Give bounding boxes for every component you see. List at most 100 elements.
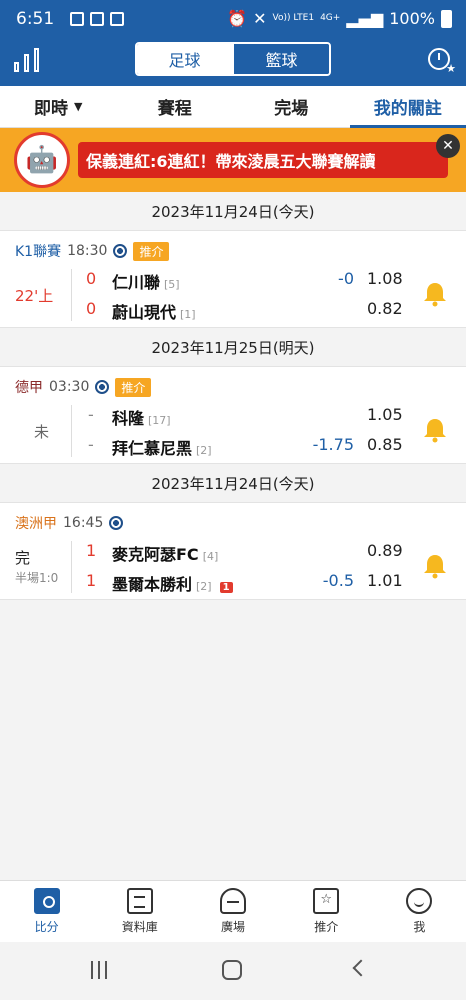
nav-score-label: 比分 <box>34 920 59 934</box>
league-name: K1聯賽 <box>15 244 62 260</box>
status-bar: 6:51 ⏰ ✕ Vo)) LTE1 4G+ ▂▄▆ 100% <box>0 0 466 40</box>
battery-icon <box>441 9 452 28</box>
status-right: ⏰ ✕ Vo)) LTE1 4G+ ▂▄▆ 100% <box>227 9 452 28</box>
alarm-icon: ⏰ <box>227 9 248 28</box>
mail-notification-icon <box>90 12 104 26</box>
tab-finished[interactable]: 完場 <box>233 86 350 127</box>
nav-database-label: 資料庫 <box>121 920 158 934</box>
nav-square-label: 廣場 <box>221 920 246 934</box>
home-team-rank: [5] <box>164 278 180 291</box>
divider <box>71 405 72 457</box>
tab-favorites[interactable]: 我的關註 <box>349 86 466 128</box>
away-score: - <box>88 435 94 454</box>
home-handicap: -0 <box>338 269 354 288</box>
stats-chart-icon[interactable] <box>14 48 42 72</box>
back-icon[interactable] <box>352 959 370 977</box>
bell-icon[interactable] <box>422 417 448 443</box>
league-name: 德甲 <box>15 380 43 396</box>
home-odds: 1.08 <box>367 269 403 288</box>
banner-message[interactable]: 保義連紅:6連紅！帶來淩晨五大聯賽解讀 <box>78 142 448 178</box>
home-score: 0 <box>86 269 97 288</box>
home-team[interactable]: 仁川聯 [5] <box>112 269 180 293</box>
volte-label: Vo)) LTE1 <box>272 13 315 23</box>
away-team-name: 墨爾本勝利 <box>112 575 193 594</box>
away-team-name: 蔚山現代 <box>112 303 177 322</box>
red-card-badge: 1 <box>219 582 233 593</box>
nav-me-label: 我 <box>413 920 426 934</box>
field-icon <box>33 888 60 914</box>
book-icon <box>126 888 153 914</box>
away-team[interactable]: 蔚山現代 [1] <box>112 299 196 323</box>
match-card[interactable]: 澳洲甲 16:45 完 半場1:0 1 麥克阿瑟FC [4] 0.89 1 墨爾… <box>0 502 466 600</box>
clock-star-icon[interactable] <box>428 48 456 75</box>
nav-database[interactable]: 資料庫 <box>93 881 186 942</box>
home-odds: 0.89 <box>367 541 403 560</box>
away-odds: 0.85 <box>367 435 403 454</box>
nav-tips-label: 推介 <box>314 920 339 934</box>
home-team-name: 仁川聯 <box>112 273 161 292</box>
square-icon <box>220 888 246 914</box>
kickoff-time: 03:30 <box>49 379 90 395</box>
football-tab[interactable]: 足球 <box>137 44 232 74</box>
tip-badge[interactable]: 推介 <box>115 377 152 397</box>
home-score: - <box>88 405 94 424</box>
home-team[interactable]: 麥克阿瑟FC [4] <box>112 541 218 565</box>
home-score: 1 <box>86 541 97 560</box>
match-card[interactable]: K1聯賽 18:30 推介 22'上 0 仁川聯 [5] -0 1.08 0 蔚… <box>0 230 466 328</box>
signal-icon: ▂▄▆ <box>346 9 384 28</box>
status-time: 6:51 <box>16 9 55 29</box>
tip-badge[interactable]: 推介 <box>133 241 170 261</box>
promo-banner[interactable]: 保義連紅:6連紅！帶來淩晨五大聯賽解讀 🤖 ✕ <box>0 128 466 192</box>
image-notification-icon <box>70 12 84 26</box>
date-header: 2023年11月25日(明天) <box>0 328 466 366</box>
bottom-nav: 比分 資料庫 廣場 ☆ 推介 我 <box>0 880 466 942</box>
away-handicap: -1.75 <box>312 435 354 454</box>
tab-schedule[interactable]: 賽程 <box>117 86 234 127</box>
away-handicap: -0.5 <box>322 571 354 590</box>
match-status: 完 <box>15 549 31 567</box>
main-tabs: 即時 ▼ 賽程 完場 我的關註 <box>0 86 466 128</box>
away-team[interactable]: 墨爾本勝利 [2] 1 <box>112 571 233 595</box>
app-header: 6:51 ⏰ ✕ Vo)) LTE1 4G+ ▂▄▆ 100% 足球 籃球 <box>0 0 466 86</box>
date-header: 2023年11月24日(今天) <box>0 192 466 230</box>
home-icon[interactable] <box>222 960 242 980</box>
divider <box>71 541 72 593</box>
nav-tips[interactable]: ☆ 推介 <box>280 881 373 942</box>
check-notification-icon <box>110 12 124 26</box>
kickoff-time: 16:45 <box>63 515 104 531</box>
away-team-rank: [2] <box>196 444 212 457</box>
notification-icons <box>70 12 124 26</box>
away-odds: 0.82 <box>367 299 403 318</box>
match-card[interactable]: 德甲 03:30 推介 未 - 科隆 [17] 1.05 - 拜仁慕尼黑 [2]… <box>0 366 466 464</box>
away-odds: 1.01 <box>367 571 403 590</box>
nav-me[interactable]: 我 <box>373 881 466 942</box>
league-name: 澳洲甲 <box>15 516 57 532</box>
tab-live-label: 即時 <box>34 99 69 119</box>
home-team-name: 麥克阿瑟FC <box>112 545 199 564</box>
away-team-name: 拜仁慕尼黑 <box>112 439 193 458</box>
network-label: 4G+ <box>320 13 341 23</box>
home-team-rank: [4] <box>202 550 219 563</box>
away-team-rank: [1] <box>180 308 196 321</box>
close-icon[interactable]: ✕ <box>436 134 460 158</box>
nav-square[interactable]: 廣場 <box>186 881 279 942</box>
tab-live[interactable]: 即時 ▼ <box>0 86 117 127</box>
league-row: 澳洲甲 16:45 <box>15 513 124 533</box>
bell-icon[interactable] <box>422 281 448 307</box>
football-icon <box>95 380 110 394</box>
away-score: 1 <box>86 571 97 590</box>
nav-score[interactable]: 比分 <box>0 881 93 942</box>
half-time-score: 半場1:0 <box>15 571 59 585</box>
football-icon <box>113 244 128 258</box>
bell-icon[interactable] <box>422 553 448 579</box>
sport-switch: 足球 籃球 <box>135 42 331 76</box>
basketball-tab[interactable]: 籃球 <box>232 44 329 74</box>
home-odds: 1.05 <box>367 405 403 424</box>
away-team[interactable]: 拜仁慕尼黑 [2] <box>112 435 212 459</box>
battery-text: 100% <box>389 9 435 28</box>
divider <box>71 269 72 321</box>
home-team[interactable]: 科隆 [17] <box>112 405 171 429</box>
away-team-rank: [2] <box>196 580 212 593</box>
recents-icon[interactable] <box>91 961 109 979</box>
kickoff-time: 18:30 <box>67 243 108 259</box>
